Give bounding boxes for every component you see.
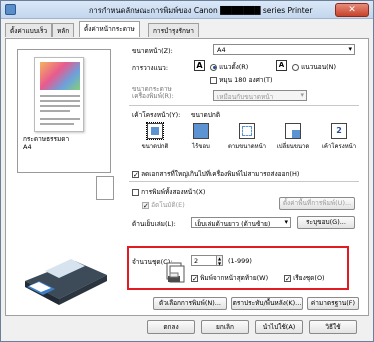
stamp-background-button[interactable]: ตราประทับ/พื้นหลัง(K)... — [231, 297, 303, 310]
preview-media-info: กระดาษธรรมดา A4 — [23, 135, 69, 151]
title-bar: การกำหนดลักษณะการพิมพ์ของ Canon ███████ … — [1, 1, 373, 19]
apply-button[interactable]: นำไปใช้(A) — [255, 320, 303, 334]
printer-illustration — [25, 259, 107, 305]
layout-current-value: ขนาดปกติ — [191, 111, 221, 119]
defaults-button[interactable]: ค่ามาตรฐาน(F) — [307, 297, 359, 310]
portrait-icon: A — [194, 60, 205, 71]
tab-quick-setup[interactable]: ตั้งค่าแบบเร็ว — [5, 23, 53, 37]
specify-margin-button[interactable]: ระบุขอบ(G)... — [297, 216, 355, 229]
copies-stack-icon — [166, 262, 185, 283]
copies-spinner-arrows[interactable]: ▲ ▼ — [216, 255, 223, 266]
borderless-icon — [193, 123, 209, 139]
help-button[interactable]: วิธีใช้ — [309, 320, 357, 334]
print-from-last-page-label: พิมพ์จากหน้าสุดท้าย(W) — [200, 274, 269, 282]
tab-page-setup[interactable]: ตั้งค่าหน้ากระดาษ — [79, 21, 140, 37]
print-options-button[interactable]: ตัวเลือกการพิมพ์(N)... — [153, 297, 227, 310]
page-layout-icon: 2 — [331, 123, 347, 139]
ok-button[interactable]: ตกลง — [147, 320, 195, 334]
duplex-option[interactable]: การพิมพ์ทั้งสองหน้า(X) — [132, 187, 205, 197]
normal-size-icon — [146, 122, 164, 140]
duplex-label: การพิมพ์ทั้งสองหน้า(X) — [141, 188, 206, 196]
collate-checkbox[interactable] — [284, 274, 291, 282]
page-size-label: ขนาดหน้า(Z): — [132, 47, 173, 55]
printer-paper-size-select[interactable]: เหมือนกับขนาดหน้า — [213, 90, 307, 101]
print-from-last-page-checkbox[interactable] — [191, 274, 198, 282]
landscape-option[interactable]: แนวนอน(N) — [292, 62, 336, 72]
layout-borderless[interactable]: ไร้ขอบ — [180, 122, 222, 156]
rotate-180-checkbox[interactable] — [210, 76, 217, 84]
window-title: การกำหนดลักษณะการพิมพ์ของ Canon ███████ … — [89, 6, 313, 15]
rotate-180-option[interactable]: หมุน 180 องศา(T) — [210, 75, 273, 85]
auto-reduce-label: ลดเอกสารที่ใหญ่เกินไปที่เครื่องพิมพ์ไม่ส… — [141, 170, 300, 178]
print-area-setup-button[interactable]: ตั้งค่าพื้นที่การพิมพ์(U)... — [279, 197, 355, 210]
printer-preferences-window: การกำหนดลักษณะการพิมพ์ของ Canon ███████ … — [0, 0, 374, 342]
layout-normal-size[interactable]: ขนาดปกติ — [134, 122, 176, 156]
layout-label: เค้าโครงหน้า(Y): — [132, 111, 181, 119]
landscape-label: แนวนอน(N) — [301, 63, 337, 71]
portrait-radio[interactable] — [210, 63, 217, 71]
copies-range: (1-999) — [228, 257, 252, 265]
tab-main[interactable]: หลัก — [52, 23, 75, 37]
printer-app-icon — [5, 4, 16, 15]
copies-highlight-frame — [127, 246, 349, 290]
preview-paper-size: A4 — [23, 143, 32, 151]
portrait-label: แนวตั้ง(R) — [219, 63, 249, 71]
preview-media-type: กระดาษธรรมดา — [23, 135, 70, 143]
duplex-auto-option[interactable]: อัตโนมัติ(E) — [142, 200, 185, 210]
copies-input[interactable]: 2 — [191, 255, 217, 266]
fit-to-page-icon — [239, 123, 255, 139]
layout-page-layout[interactable]: 2 เค้าโครงหน้า — [318, 122, 360, 156]
stapling-side-label: ด้านเย็บเล่ม(L): — [132, 220, 176, 228]
tab-maintenance[interactable]: การบำรุงรักษา — [148, 23, 199, 37]
scaled-icon — [285, 123, 301, 139]
landscape-radio[interactable] — [292, 63, 299, 71]
layout-fit-to-page[interactable]: ตามขนาดหน้า — [226, 122, 268, 156]
orientation-label: การวางแนว: — [132, 64, 169, 72]
duplex-auto-checkbox[interactable] — [142, 201, 149, 209]
layout-scaled[interactable]: เปลี่ยนขนาด — [272, 122, 314, 156]
preview-page-image — [34, 57, 84, 132]
collate-label: เรียงชุด(O) — [293, 274, 325, 282]
landscape-icon: A — [276, 60, 287, 71]
portrait-option[interactable]: แนวตั้ง(R) — [210, 62, 248, 72]
auto-reduce-option[interactable]: ลดเอกสารที่ใหญ่เกินไปที่เครื่องพิมพ์ไม่ส… — [132, 169, 299, 179]
duplex-checkbox[interactable] — [132, 188, 139, 196]
small-page-icon — [96, 176, 114, 200]
cancel-button[interactable]: ยกเลิก — [201, 320, 249, 334]
duplex-auto-label: อัตโนมัติ(E) — [151, 201, 185, 209]
close-button[interactable]: ✕ — [335, 3, 369, 17]
print-from-last-page-option[interactable]: พิมพ์จากหน้าสุดท้าย(W) — [191, 273, 268, 283]
auto-reduce-checkbox[interactable] — [132, 170, 139, 178]
stapling-side-select[interactable]: เย็บเล่มด้านยาว (ด้านซ้าย) — [191, 217, 291, 228]
page-size-select[interactable]: A4 — [213, 44, 355, 55]
collate-option[interactable]: เรียงชุด(O) — [284, 273, 325, 283]
printer-paper-size-label: ขนาดกระดาษเครื่องพิมพ์(R): — [132, 85, 174, 100]
rotate-180-label: หมุน 180 องศา(T) — [219, 76, 273, 84]
